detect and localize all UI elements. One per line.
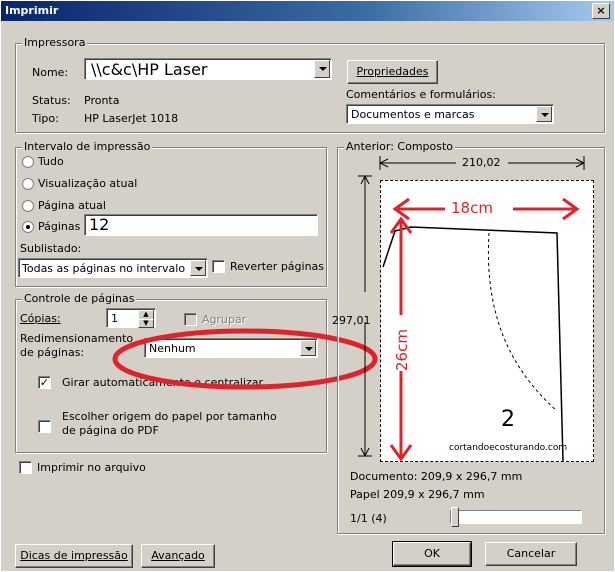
autorotate-checkbox[interactable]: ✓ xyxy=(38,376,51,389)
ok-label: OK xyxy=(424,547,440,560)
radio-pages[interactable] xyxy=(22,221,34,233)
preview-group: Anterior: Composto 210,02 297,01 18cm 26… xyxy=(332,140,605,534)
ok-button[interactable]: OK xyxy=(392,541,472,567)
subset-select[interactable]: Todas as páginas no intervalo xyxy=(18,258,208,278)
chevron-down-icon[interactable] xyxy=(314,60,330,78)
width-value: 210,02 xyxy=(462,156,501,169)
comments-label: Comentários e formulários: xyxy=(346,88,496,101)
chevron-down-icon[interactable] xyxy=(536,106,552,122)
paper-size: Papel 209,9 x 296,7 mm xyxy=(350,488,485,501)
radio-all[interactable] xyxy=(22,156,34,168)
printer-group-label: Impressora xyxy=(22,36,88,49)
pages-input-value: 12 xyxy=(89,215,110,234)
close-button[interactable]: × xyxy=(592,3,610,19)
print-tips-button[interactable]: Dicas de impressão xyxy=(15,544,133,568)
properties-button-label: Propriedades xyxy=(356,65,429,78)
radio-current-page[interactable] xyxy=(22,200,34,212)
choose-source-checkbox[interactable] xyxy=(38,420,51,433)
print-to-file-checkbox[interactable] xyxy=(19,461,32,474)
page-preview: 18cm 26cm 2 cortandoecosturando.com xyxy=(380,180,594,462)
advanced-label: Avançado xyxy=(151,549,205,562)
printer-name-value: \\c&c\HP Laser xyxy=(91,60,208,79)
chevron-down-icon[interactable] xyxy=(190,260,206,276)
printer-group: Impressora Nome: \\c&c\HP Laser Status: … xyxy=(15,36,605,133)
printer-name-select[interactable]: \\c&c\HP Laser xyxy=(84,58,332,80)
status-value: Pronta xyxy=(84,94,120,107)
scaling-label-line2: de páginas: xyxy=(20,346,85,359)
radio-current-view-label: Visualização atual xyxy=(38,177,138,190)
printer-name-label: Nome: xyxy=(32,66,69,79)
comments-value: Documentos e marcas xyxy=(351,108,475,121)
preview-label: Anterior: Composto xyxy=(344,140,456,153)
page-number: 2 xyxy=(501,407,515,432)
advanced-button[interactable]: Avançado xyxy=(141,544,215,568)
radio-all-label: Tudo xyxy=(38,155,64,168)
properties-button[interactable]: Propriedades xyxy=(347,60,438,84)
page-slider[interactable] xyxy=(450,507,582,527)
reverse-pages-label: Reverter páginas xyxy=(230,260,325,273)
comments-select[interactable]: Documentos e marcas xyxy=(346,104,554,124)
type-label: Tipo: xyxy=(32,112,59,125)
annotation-width: 18cm xyxy=(451,199,493,217)
annotation-height: 26cm xyxy=(393,329,411,371)
pattern-drawing xyxy=(382,197,580,461)
slider-thumb[interactable] xyxy=(451,507,459,527)
height-value: 297,01 xyxy=(332,314,371,327)
subset-label: Sublistado: xyxy=(20,242,82,255)
print-dialog: Imprimir × Impressora Nome: \\c&c\HP Las… xyxy=(0,0,615,572)
subset-value: Todas as páginas no intervalo xyxy=(22,262,186,275)
cancel-label: Cancelar xyxy=(506,547,556,560)
type-value: HP LaserJet 1018 xyxy=(84,112,179,125)
choose-source-label-line1: Escolher origem do papel por tamanho xyxy=(62,410,277,423)
cancel-button[interactable]: Cancelar xyxy=(485,542,577,566)
print-range-label: Intervalo de impressão xyxy=(22,140,153,153)
title-bar[interactable]: Imprimir × xyxy=(1,1,614,21)
page-counter: 1/1 (4) xyxy=(350,512,387,525)
print-to-file-label: Imprimir no arquivo xyxy=(37,461,146,474)
radio-pages-label: Páginas xyxy=(38,220,81,233)
print-tips-label: Dicas de impressão xyxy=(20,549,128,562)
checkmark-icon: ✓ xyxy=(39,376,50,389)
document-size: Documento: 209,9 x 296,7 mm xyxy=(350,470,523,483)
print-range-group: Intervalo de impressão Tudo Visualização… xyxy=(15,140,327,287)
status-label: Status: xyxy=(32,94,71,107)
reverse-pages-checkbox[interactable] xyxy=(212,260,225,273)
radio-current-view[interactable] xyxy=(22,178,34,190)
site-watermark: cortandoecosturando.com xyxy=(449,443,568,453)
window-title: Imprimir xyxy=(5,4,59,17)
choose-source-label-line2: de página do PDF xyxy=(62,424,159,437)
page-handling-label: Controle de páginas xyxy=(22,292,137,305)
radio-current-page-label: Página atual xyxy=(38,199,106,212)
pages-input[interactable]: 12 xyxy=(84,214,318,236)
copies-label: Cópias: xyxy=(20,312,61,325)
